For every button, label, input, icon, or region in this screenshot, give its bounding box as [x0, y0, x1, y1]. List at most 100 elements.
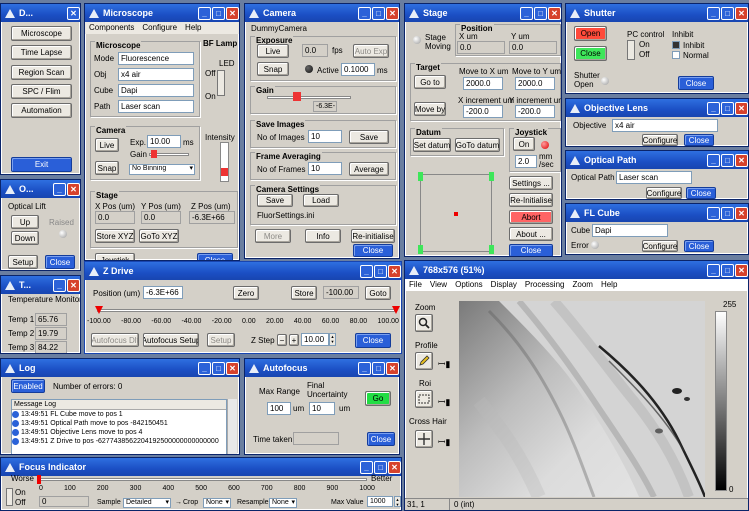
max-range-field[interactable]: 100	[267, 402, 291, 415]
camera-close-button[interactable]: Close	[353, 244, 393, 257]
maximize-icon[interactable]: □	[212, 6, 225, 20]
yinc-field[interactable]: -200.0	[515, 105, 555, 118]
close-icon[interactable]: ✕	[226, 361, 239, 375]
roi-tool-button[interactable]	[415, 390, 433, 408]
close-icon[interactable]: ✕	[735, 206, 748, 220]
camera-gain-thumb[interactable]	[293, 92, 301, 101]
zdrive-close-button[interactable]: Close	[355, 333, 391, 348]
zdrive-goto-button[interactable]: Goto	[365, 286, 391, 300]
store-xyz-button[interactable]: Store XYZ	[95, 229, 135, 243]
max-value-spinner[interactable]: ▲ ▼	[394, 496, 401, 507]
path-field[interactable]: Laser scan	[118, 100, 194, 113]
minimize-icon[interactable]: _	[520, 6, 533, 20]
objective-field[interactable]: x4 air	[612, 119, 718, 132]
joystick-on-button[interactable]: On	[513, 137, 535, 151]
maximize-icon[interactable]: □	[374, 264, 387, 278]
menu-zoom[interactable]: Zoom	[572, 279, 592, 291]
close-icon[interactable]: ✕	[67, 182, 80, 196]
sample-select[interactable]: Detailed	[123, 498, 171, 508]
crosshair-tool-button[interactable]	[415, 430, 433, 448]
owin-titlebar[interactable]: O... _ ✕	[1, 180, 80, 198]
camera-live-button[interactable]: Live	[257, 44, 289, 58]
camera-titlebar[interactable]: Camera _ □ ✕	[245, 4, 399, 22]
autofocus-titlebar[interactable]: Autofocus _ □ ✕	[245, 359, 399, 377]
close-icon[interactable]: ✕	[735, 263, 748, 277]
no-images-field[interactable]: 10	[308, 130, 342, 143]
menu-components[interactable]: Components	[89, 22, 134, 34]
stage-map[interactable]	[418, 172, 494, 254]
microscope-button[interactable]: Microscope	[11, 26, 72, 41]
optical-path-configure-button[interactable]: Configure	[646, 187, 682, 199]
move-by-button[interactable]: Move by	[414, 102, 446, 116]
setup-button[interactable]: Setup	[8, 255, 38, 269]
maximize-icon[interactable]: □	[721, 101, 734, 115]
minimize-icon[interactable]: _	[707, 153, 720, 167]
dwin-titlebar[interactable]: D... ✕	[1, 4, 80, 22]
minimize-icon[interactable]: _	[707, 101, 720, 115]
goto-xyz-button[interactable]: GoTo XYZ	[139, 229, 179, 243]
goto-button[interactable]: Go to	[414, 75, 446, 89]
minimize-icon[interactable]: _	[53, 182, 66, 196]
lamp-toggle[interactable]	[217, 70, 225, 96]
obj-field[interactable]: x4 air	[118, 68, 194, 81]
maximize-icon[interactable]: □	[534, 6, 547, 20]
close-button[interactable]: Close	[45, 255, 75, 269]
minimize-icon[interactable]: _	[198, 361, 211, 375]
minimize-icon[interactable]: _	[360, 460, 373, 474]
zero-button[interactable]: Zero	[233, 286, 259, 300]
set-datum-button[interactable]: Set datum	[413, 138, 451, 152]
zdrive-store-button[interactable]: Store	[291, 286, 317, 300]
speed-field[interactable]: 2.0	[515, 155, 537, 168]
zoom-tool-button[interactable]	[415, 314, 433, 332]
info-button[interactable]: Info	[305, 229, 341, 243]
autofocus-close-button[interactable]: Close	[367, 432, 395, 446]
close-icon[interactable]: ✕	[67, 6, 80, 20]
profile-tool-button[interactable]	[415, 352, 433, 370]
shutter-close-button[interactable]: Close	[574, 46, 607, 61]
menu-processing[interactable]: Processing	[525, 279, 565, 291]
maximize-icon[interactable]: □	[374, 460, 387, 474]
crop-select[interactable]: None	[203, 498, 231, 508]
autofocus-setup-button[interactable]: Autofocus Setup	[143, 333, 199, 347]
inhibit-option-box[interactable]	[672, 41, 680, 49]
live-button[interactable]: Live	[95, 138, 119, 152]
intensity-slider-thumb[interactable]	[221, 168, 228, 176]
close-icon[interactable]: ✕	[67, 278, 80, 292]
mode-field[interactable]: Fluorescence	[118, 52, 194, 65]
log-scrollbar[interactable]	[227, 399, 237, 454]
minimize-icon[interactable]: _	[360, 264, 373, 278]
binning-select[interactable]: No Binning	[129, 164, 195, 175]
minimize-icon[interactable]: _	[358, 361, 371, 375]
maximize-icon[interactable]: □	[721, 263, 734, 277]
abort-button[interactable]: Abort	[509, 210, 553, 224]
microscope-titlebar[interactable]: Microscope _ □ ✕	[85, 4, 239, 22]
optical-path-titlebar[interactable]: Optical Path _ □ ✕	[566, 151, 748, 169]
reinitialise-button[interactable]: Re-initialise	[351, 229, 395, 243]
menu-file[interactable]: File	[409, 279, 422, 291]
zstep-increment[interactable]: +	[289, 334, 299, 346]
average-button[interactable]: Average	[349, 162, 389, 176]
close-icon[interactable]: ✕	[386, 361, 399, 375]
microscope-close-button[interactable]: Close	[197, 253, 233, 260]
gain-slider-thumb[interactable]	[151, 150, 157, 158]
close-icon[interactable]: ✕	[735, 153, 748, 167]
menu-configure[interactable]: Configure	[142, 22, 177, 34]
stage-titlebar[interactable]: Stage _ □ ✕	[405, 4, 561, 22]
z-slider-thumb[interactable]	[95, 306, 103, 314]
minimize-icon[interactable]: _	[53, 278, 66, 292]
fl-cube-close-button[interactable]: Close	[684, 240, 714, 252]
maximize-icon[interactable]: □	[721, 206, 734, 220]
shutter-window-close-button[interactable]: Close	[678, 76, 714, 90]
exit-button[interactable]: Exit	[11, 157, 72, 172]
fl-cube-configure-button[interactable]: Configure	[642, 240, 678, 252]
maximize-icon[interactable]: □	[721, 153, 734, 167]
no-frames-field[interactable]: 10	[308, 162, 342, 175]
optical-path-close-button[interactable]: Close	[686, 187, 716, 199]
normal-option-box[interactable]	[672, 51, 680, 59]
move-y-field[interactable]: 2000.0	[515, 77, 555, 90]
menu-options[interactable]: Options	[455, 279, 483, 291]
max-value-field[interactable]: 1000	[367, 496, 393, 507]
autofocus-go-button[interactable]: Go	[365, 391, 391, 406]
cube-field[interactable]: Dapi	[118, 84, 194, 97]
log-enabled-button[interactable]: Enabled	[11, 379, 45, 393]
